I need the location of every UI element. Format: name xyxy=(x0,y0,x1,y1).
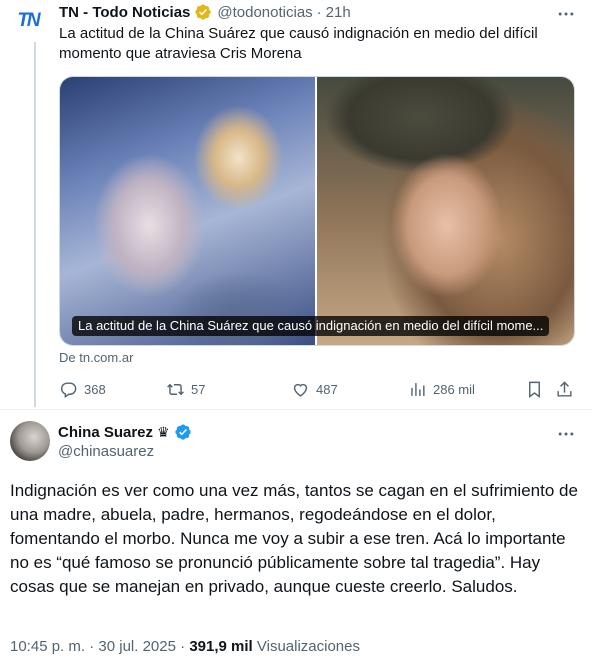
author-handle[interactable]: @chinasuarez xyxy=(58,443,154,460)
views-count: 391,9 mil xyxy=(189,638,253,655)
gold-verified-icon[interactable] xyxy=(194,3,212,21)
card-image-right xyxy=(317,77,574,345)
reply-button[interactable]: 368 xyxy=(59,378,106,400)
views-button[interactable]: 286 mil xyxy=(408,378,475,400)
author-name[interactable]: China Suarez xyxy=(58,424,153,441)
more-options-icon[interactable] xyxy=(556,424,576,444)
heart-icon xyxy=(293,383,308,397)
more-options-icon[interactable] xyxy=(556,4,576,24)
tn-tweet[interactable]: TN TN - Todo Noticias @todonoticias · 21… xyxy=(0,0,592,410)
tweet-time[interactable]: 10:45 p. m. xyxy=(10,638,85,655)
card-image-left xyxy=(60,77,315,345)
tweet-actions: 368 57 487 286 mil xyxy=(59,378,579,400)
link-card[interactable]: La actitud de la China Suárez que causó … xyxy=(59,76,575,346)
views-count: 286 mil xyxy=(433,381,475,397)
card-caption: La actitud de la China Suárez que causó … xyxy=(72,316,550,336)
tweet-meta: 10:45 p. m. · 30 jul. 2025 · 391,9 mil V… xyxy=(10,638,360,655)
reply-count: 368 xyxy=(84,381,106,397)
bookmark-button[interactable] xyxy=(525,378,544,400)
blue-verified-icon[interactable] xyxy=(174,423,192,441)
tweet-text: Indignación es ver como una vez más, tan… xyxy=(10,481,578,596)
tweet-header: China Suarez ♛ xyxy=(58,423,197,441)
author-name[interactable]: TN - Todo Noticias xyxy=(59,4,190,21)
avatar[interactable] xyxy=(10,421,50,461)
share-button[interactable] xyxy=(555,378,574,400)
views-chart-icon xyxy=(411,382,425,396)
avatar[interactable]: TN xyxy=(11,4,45,38)
card-source[interactable]: De tn.com.ar xyxy=(59,350,133,365)
bookmark-icon xyxy=(529,381,540,398)
tweet-date[interactable]: 30 jul. 2025 xyxy=(98,638,176,655)
separator-dot: · xyxy=(180,638,186,655)
retweet-button[interactable]: 57 xyxy=(166,378,205,400)
tn-logo: TN xyxy=(17,10,40,31)
share-icon xyxy=(557,380,572,397)
retweet-count: 57 xyxy=(191,381,206,397)
crown-icon: ♛ xyxy=(157,423,170,440)
tweet-text: La actitud de la China Suárez que causó … xyxy=(59,25,538,62)
like-button[interactable]: 487 xyxy=(291,378,338,400)
author-handle[interactable]: @todonoticias xyxy=(217,4,312,21)
tweet-header: TN - Todo Noticias @todonoticias · 21h xyxy=(59,3,351,21)
tweet-time[interactable]: 21h xyxy=(326,4,351,21)
tweet-divider xyxy=(0,409,592,410)
like-count: 487 xyxy=(316,381,338,397)
reply-icon xyxy=(60,381,77,398)
separator-dot: · xyxy=(316,3,322,21)
separator-dot: · xyxy=(89,638,95,655)
views-label: Visualizaciones xyxy=(256,638,360,655)
retweet-icon xyxy=(167,383,184,395)
